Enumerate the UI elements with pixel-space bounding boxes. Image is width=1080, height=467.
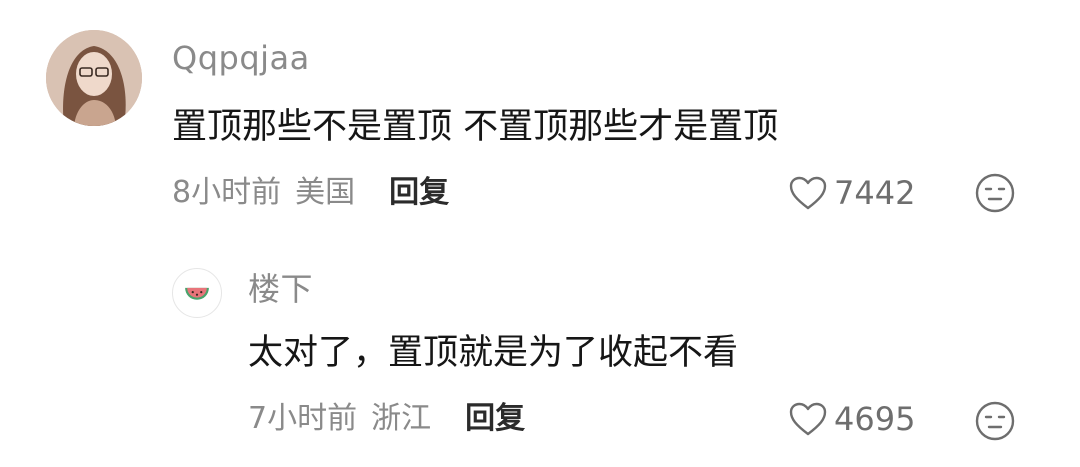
reply-user-avatar[interactable] <box>172 268 222 318</box>
reply-time: 7小时前 <box>248 401 358 436</box>
like-count: 7442 <box>834 174 916 212</box>
reply-like-button[interactable]: 4695 <box>788 401 915 437</box>
reply-like-count: 4695 <box>834 400 916 438</box>
reply-username[interactable]: 楼下 <box>248 273 313 305</box>
heart-outline-icon <box>789 402 827 436</box>
avatar-photo-icon <box>46 30 142 126</box>
reaction-button[interactable] <box>974 172 1016 214</box>
reply-reply-button[interactable]: 回复 <box>465 404 525 434</box>
watermelon-icon <box>185 287 209 300</box>
reply-location: 浙江 <box>371 401 432 436</box>
comment-thread: Qqpqjaa 置顶那些不是置顶 不置顶那些才是置顶 8小时前 美国 回复 74… <box>0 0 1080 467</box>
neutral-face-icon <box>975 401 1015 441</box>
user-avatar[interactable] <box>46 30 142 126</box>
heart-outline-icon <box>789 176 827 210</box>
reply-button[interactable]: 回复 <box>389 178 449 208</box>
like-button[interactable]: 7442 <box>788 175 915 211</box>
comment-time: 8小时前 <box>172 175 282 210</box>
comment-text: 置顶那些不是置顶 不置顶那些才是置顶 <box>172 107 779 147</box>
reply-reaction-button[interactable] <box>974 400 1016 442</box>
comment-meta: 8小时前 美国 回复 <box>172 178 449 208</box>
comment-username[interactable]: Qqpqjaa <box>172 42 310 74</box>
reply-text: 太对了，置顶就是为了收起不看 <box>248 333 739 373</box>
reply-meta: 7小时前 浙江 回复 <box>248 404 525 434</box>
comment-location: 美国 <box>295 175 356 210</box>
neutral-face-icon <box>975 173 1015 213</box>
